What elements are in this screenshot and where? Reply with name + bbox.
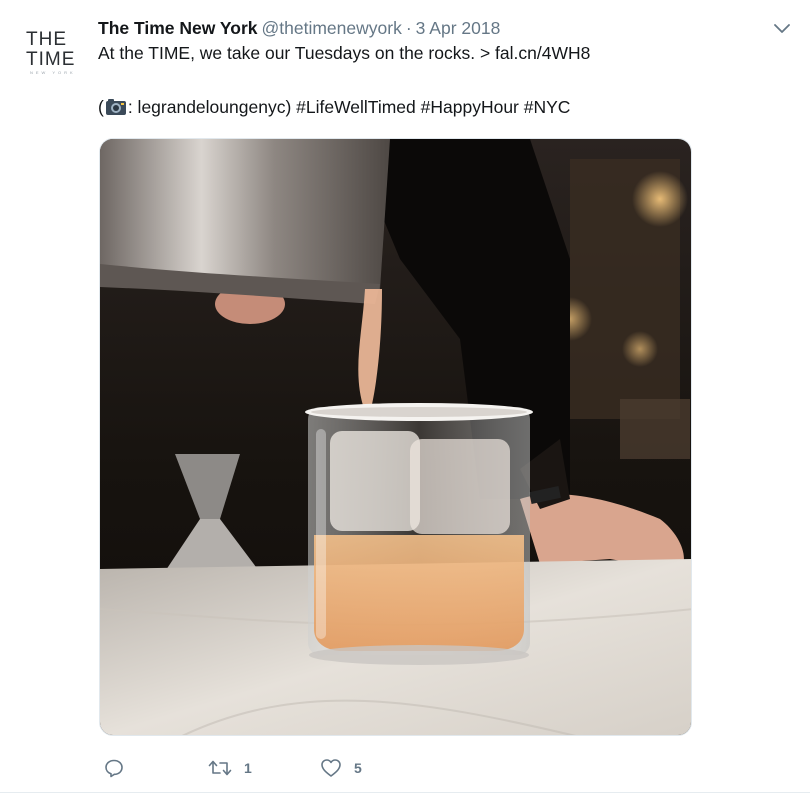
like-count: 5 [354,760,362,776]
tweet-photo[interactable] [99,138,692,736]
avatar-logo-line1: THE [26,29,67,50]
user-handle[interactable]: @thetimenewyork [262,18,402,38]
avatar[interactable]: THE TIME NEW YORK [18,26,80,82]
retweet-count: 1 [244,760,252,776]
tweet-date[interactable]: 3 Apr 2018 [416,18,501,38]
avatar-logo-line2: TIME [26,49,76,70]
tweet[interactable]: THE TIME NEW YORK The Time New York @thet… [0,0,810,793]
photo-cocktail-pour [100,139,691,735]
tweet-text-line2-suffix: : legrandeloungenyc) #LifeWellTimed #Hap… [127,97,571,117]
chevron-down-icon[interactable] [774,22,790,34]
retweet-icon [208,758,232,778]
display-name[interactable]: The Time New York [98,18,258,38]
tweet-header: The Time New York @thetimenewyork · 3 Apr 2… [98,16,500,40]
header-separator: · [405,18,412,38]
avatar-logo-subline: NEW YORK [30,70,76,75]
tweet-text: At the TIME, we take our Tuesdays on the… [98,41,778,119]
tweet-text-line1: At the TIME, we take our Tuesdays on the… [98,43,591,63]
tweet-text-line2-prefix: ( [98,97,104,117]
camera-emoji-icon [105,98,127,116]
like-button[interactable]: 5 [320,756,362,780]
tweet-text-line2: ( : legrandeloungenyc) #LifeWellTimed #H… [98,95,778,119]
heart-icon [320,758,342,778]
reply-button[interactable] [104,756,124,780]
reply-icon [104,758,124,778]
retweet-button[interactable]: 1 [208,756,252,780]
